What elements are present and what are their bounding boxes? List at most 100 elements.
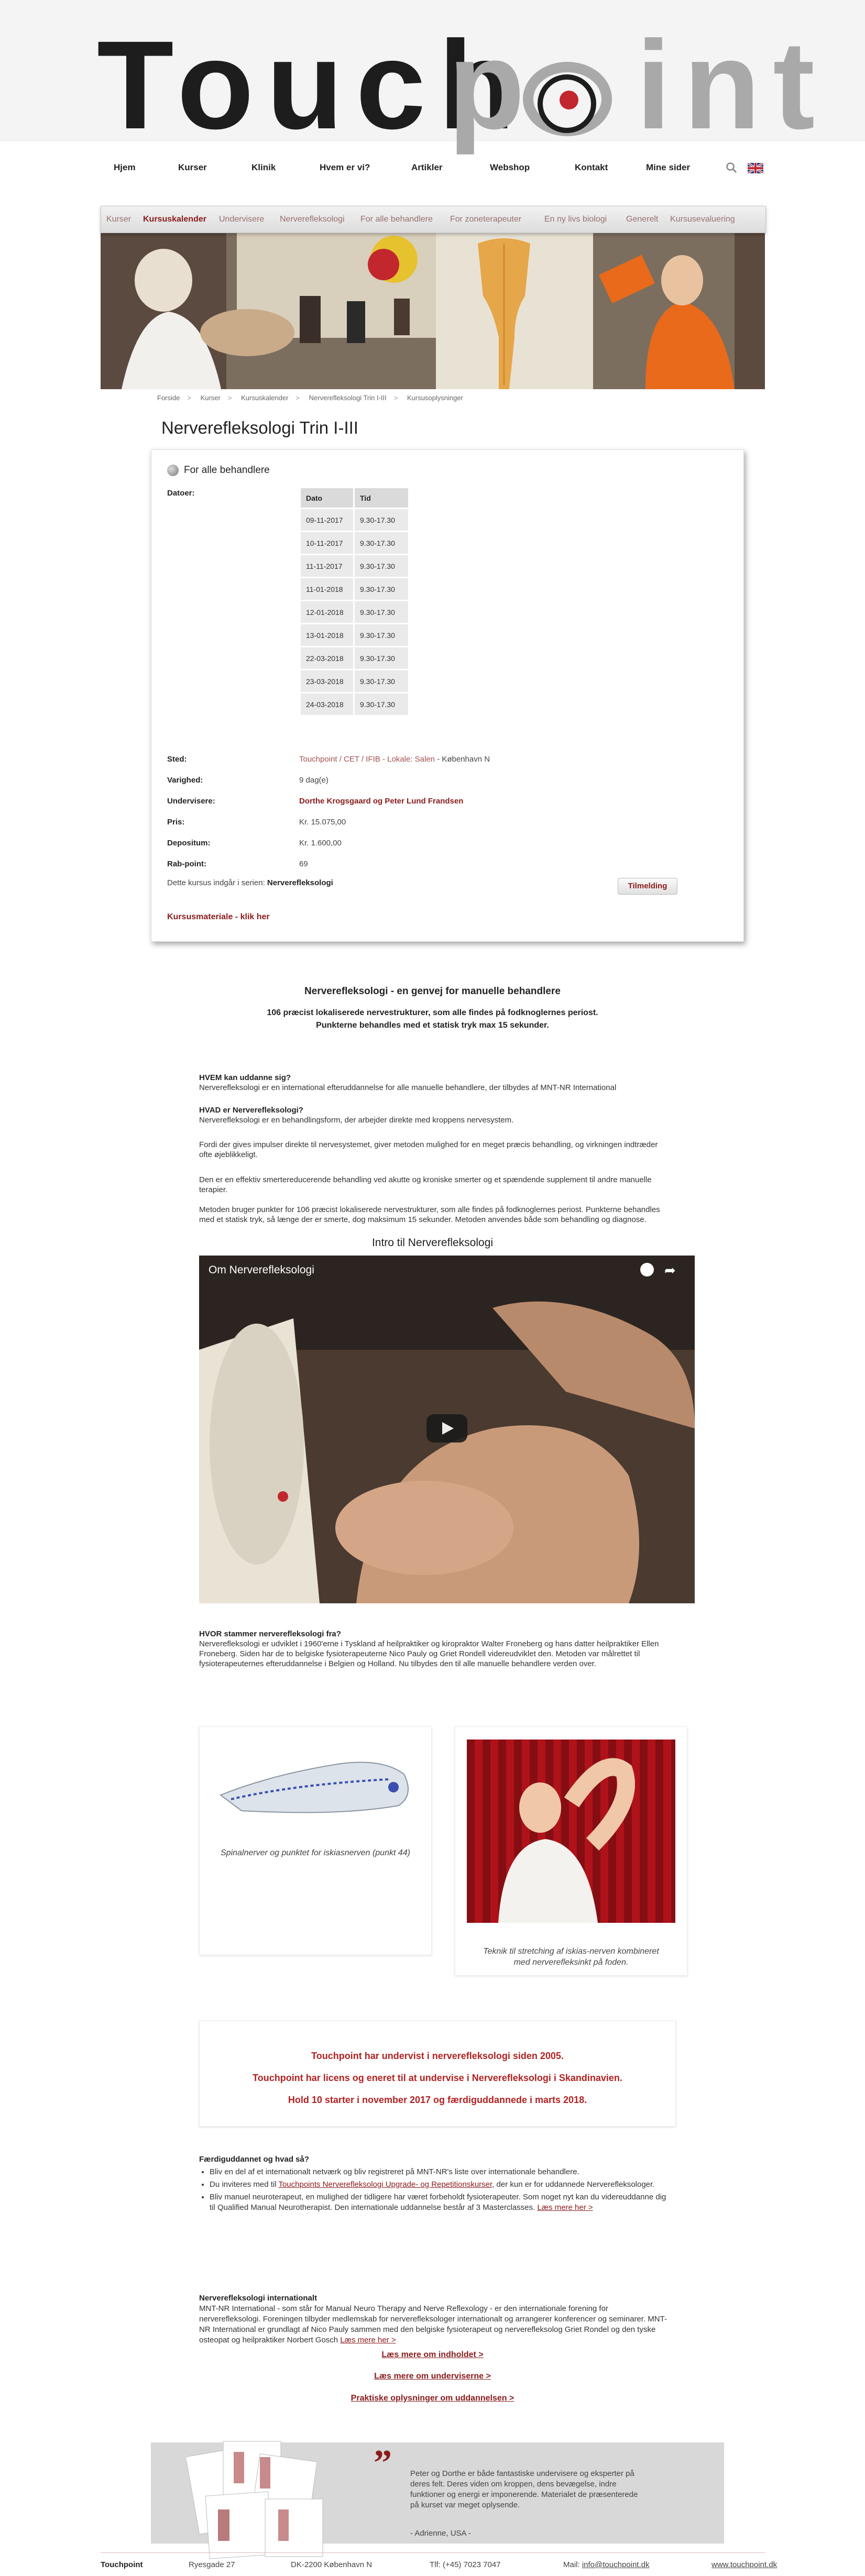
share-icon[interactable]: ➦ (664, 1263, 679, 1278)
sted-link[interactable]: Touchpoint / CET / IFIB - Lokale: Salen (299, 755, 435, 764)
hvad-section: HVAD er Nerverefleksologi? Nervereflekso… (199, 1105, 671, 1125)
subnav-item-kurser[interactable]: Kurser (106, 215, 131, 224)
footer-address: Ryesgade 27 (189, 2560, 235, 2569)
dates-table: Dato Tid 09-11-2017 9.30-17.30 10-11-2017… (299, 487, 410, 717)
sted-city: - København N (435, 755, 490, 764)
subnav-item-kursusevaluering[interactable]: Kursusevaluering (670, 215, 735, 224)
logo-text-p: p (448, 15, 538, 155)
highlight-line-3: Hold 10 starter i november 2017 og færdi… (288, 2095, 587, 2105)
dates-col-date: Dato (301, 488, 353, 508)
paragraph-1: Fordi der gives impulser direkte til ner… (199, 1140, 658, 1159)
table-row: 13-01-2018 9.30-17.30 (301, 624, 408, 646)
watch-later-icon[interactable] (640, 1263, 654, 1276)
nav-item-kontakt[interactable]: Kontakt (575, 157, 608, 178)
read-more-neurotherapist-link[interactable]: Læs mere her > (537, 2203, 593, 2212)
practical-info-link[interactable]: Praktiske oplysninger om uddannelsen > (0, 2394, 865, 2403)
subnav-item-nerverefleksologi[interactable]: Nerverefleksologi (280, 215, 345, 224)
signup-button[interactable]: Tilmelding (618, 878, 677, 895)
breadcrumb-kursuskalender[interactable]: Kursuskalender (241, 394, 288, 402)
group-bullet-icon (167, 465, 179, 476)
stretching-photo (467, 1740, 675, 1923)
hvor-question: HVOR stammer nerverefleksologi fra? (199, 1630, 341, 1638)
play-button-icon[interactable] (426, 1414, 467, 1443)
read-more-teachers-link[interactable]: Læs mere om underviserne > (0, 2372, 865, 2381)
nav-item-mine-sider[interactable]: Mine sider (646, 157, 690, 178)
footer-city: DK-2200 København N (291, 2560, 373, 2569)
logo-target-icon (523, 62, 612, 136)
sted-value: Touchpoint / CET / IFIB - Lokale: Salen … (299, 755, 490, 764)
quote-icon: ” (374, 2443, 392, 2483)
paragraph-3: Metoden bruger punkter for 106 præcist l… (199, 1205, 660, 1224)
subnav-item-zoneterapeuter[interactable]: For zoneterapeuter (450, 215, 521, 224)
caption-2: Teknik til stretching af iskias-nerven k… (483, 1947, 659, 1967)
time-cell: 9.30-17.30 (355, 555, 408, 577)
hvad-question: HVAD er Nerverefleksologi? (199, 1106, 303, 1115)
testimonial: ” Peter og Dorthe er både fantastiske un… (151, 2441, 724, 2559)
subnav-item-generelt[interactable]: Generelt (626, 215, 658, 224)
pris-value: Kr. 15.075,00 (299, 818, 346, 827)
nav-item-klinik[interactable]: Klinik (251, 157, 276, 178)
list-item: Du inviteres med til Touchpoints Nervere… (210, 2179, 671, 2190)
table-row: 11-01-2018 9.30-17.30 (301, 578, 408, 600)
hvor-section: HVOR stammer nerverefleksologi fra? Nerv… (199, 1629, 671, 1669)
nav-item-hjem[interactable]: Hjem (114, 157, 136, 178)
breadcrumb-course[interactable]: Nerverefleksologi Trin I-III (309, 394, 387, 402)
footer-web-link[interactable]: www.touchpoint.dk (711, 2560, 777, 2569)
table-row: 10-11-2017 9.30-17.30 (301, 532, 408, 554)
uk-flag-icon[interactable] (748, 163, 763, 173)
subnav-item-alle-behandlere[interactable]: For alle behandlere (360, 215, 433, 224)
video-title[interactable]: Om Nerverefleksologi (209, 1264, 314, 1276)
article-subheading-1: 106 præcist lokaliserede nervestrukturer… (267, 1008, 598, 1017)
footer-mail-label: Mail: (563, 2560, 582, 2569)
nav-item-artikler[interactable]: Artikler (411, 157, 443, 178)
subnav-item-undervisere[interactable]: Undervisere (219, 215, 264, 224)
undervisere-value[interactable]: Dorthe Krogsgaard og Peter Lund Frandsen (299, 797, 463, 806)
date-cell: 22-03-2018 (301, 647, 353, 669)
undervisere-label: Undervisere: (167, 797, 215, 806)
upgrade-courses-link[interactable]: Touchpoints Nerverefleksologi Upgrade- o… (278, 2180, 492, 2189)
nav-item-webshop[interactable]: Webshop (490, 157, 530, 178)
varighed-value: 9 dag(e) (299, 776, 329, 785)
breadcrumb-kurser[interactable]: Kurser (201, 394, 221, 402)
time-cell: 9.30-17.30 (355, 624, 408, 646)
dates-col-time: Tid (355, 488, 408, 508)
hvem-section: HVEM kan uddanne sig? Nerverefleksologi … (199, 1073, 671, 1093)
course-material-link[interactable]: Kursusmateriale - klik her (167, 912, 270, 922)
testimonial-text: Peter og Dorthe er både fantastiske unde… (410, 2469, 638, 2509)
search-icon[interactable] (726, 162, 737, 173)
testimonial-author: - Adrienne, USA - (410, 2529, 471, 2538)
time-cell: 9.30-17.30 (355, 647, 408, 669)
article-subheading-2: Punkterne behandles med et statisk tryk … (316, 1021, 549, 1030)
image-card-spinal: Spinalnerver og punktet for iskiasnerven… (199, 1726, 432, 1955)
video-player[interactable]: Om Nerverefleksologi ➦ (199, 1256, 695, 1603)
table-row: 11-11-2017 9.30-17.30 (301, 555, 408, 577)
series-name: Nerverefleksologi (267, 878, 333, 887)
footer-mail-link[interactable]: info@touchpoint.dk (582, 2560, 650, 2569)
article-heading: Nerverefleksologi - en genvej for manuel… (304, 986, 561, 997)
subnav-item-livs-biologi[interactable]: En ny livs biologi (544, 215, 607, 224)
date-cell: 13-01-2018 (301, 624, 353, 646)
table-row: 23-03-2018 9.30-17.30 (301, 670, 408, 692)
date-cell: 10-11-2017 (301, 532, 353, 554)
course-info-box: For alle behandlere Datoer: Dato Tid 09-… (151, 449, 744, 942)
time-cell: 9.30-17.30 (355, 670, 408, 692)
breadcrumb-current: Kursusoplysninger (407, 394, 463, 402)
list-item-text: Bliv manuel neuroterapeut, en mulighed d… (210, 2193, 666, 2212)
main-nav: Hjem Kurser Klinik Hvem er vi? Artikler … (100, 157, 765, 178)
subnav-item-kursuskalender[interactable]: Kursuskalender (143, 215, 206, 224)
rabpoint-label: Rab-point: (167, 860, 206, 868)
site-logo[interactable]: Touch p int (0, 0, 865, 148)
nav-item-hvem[interactable]: Hvem er vi? (320, 157, 370, 178)
time-cell: 9.30-17.30 (355, 509, 408, 531)
read-more-content-link[interactable]: Læs mere om indholdet > (0, 2350, 865, 2360)
series-note-text: Dette kursus indgår i serien: (167, 878, 267, 887)
table-row: 22-03-2018 9.30-17.30 (301, 647, 408, 669)
date-cell: 12-01-2018 (301, 601, 353, 623)
read-more-international-link[interactable]: Læs mere her > (340, 2336, 396, 2344)
breadcrumb-forside[interactable]: Forside (157, 394, 180, 402)
table-row: 24-03-2018 9.30-17.30 (301, 693, 408, 715)
list-item-text: , der kun er for uddannede Nervereflekso… (492, 2180, 655, 2189)
international-answer: MNT-NR International - som står for Manu… (199, 2304, 667, 2344)
time-cell: 9.30-17.30 (355, 578, 408, 600)
nav-item-kurser[interactable]: Kurser (178, 157, 207, 178)
